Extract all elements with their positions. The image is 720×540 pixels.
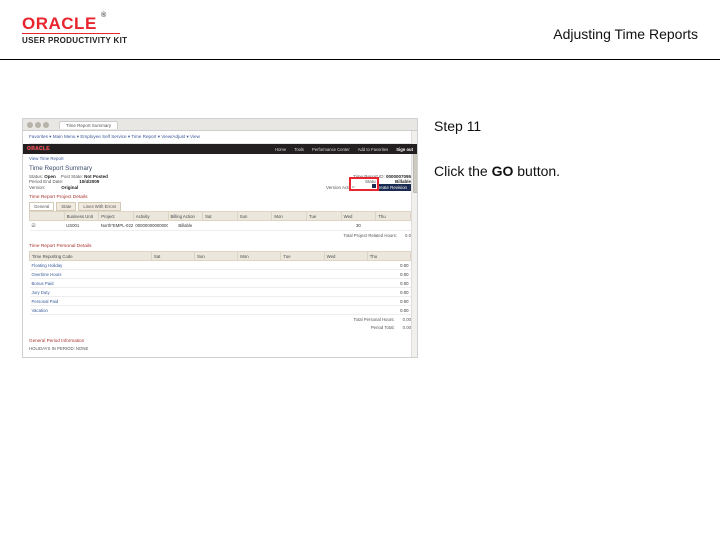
nav-perf[interactable]: Performance Center bbox=[312, 147, 350, 152]
period-value: 10/4/2009 bbox=[79, 179, 99, 184]
window-control-icon bbox=[35, 122, 41, 128]
trc-link[interactable]: Personal Paid bbox=[30, 297, 152, 306]
details-tabs: General State Lines With Errors bbox=[29, 202, 411, 211]
window-control-icon bbox=[27, 122, 33, 128]
nav-fav[interactable]: Add to Favorites bbox=[358, 147, 389, 152]
instruction-before: Click the bbox=[434, 163, 492, 179]
th: Wed bbox=[324, 252, 367, 261]
table-row: Overtime Hours 0.00 bbox=[30, 270, 411, 279]
personal-table: Time Reporting Code Sat Sun Mon Tue Wed … bbox=[29, 251, 411, 315]
tab-state[interactable]: State bbox=[56, 202, 76, 211]
general-period-info: General Period Information bbox=[29, 332, 411, 345]
trc-link[interactable]: Floating Holiday bbox=[30, 261, 152, 270]
section-personal-details: Time Report Personal Details bbox=[29, 240, 411, 251]
total-project-value: 0.0 bbox=[405, 233, 411, 238]
th: Project bbox=[99, 212, 134, 221]
th: Activity bbox=[133, 212, 168, 221]
project-table: Business Unit Project Activity Billing A… bbox=[29, 211, 411, 231]
period-total-value: 0.00 bbox=[403, 325, 411, 330]
total-project-label: Total Project Related Hours: bbox=[344, 233, 398, 238]
th: Sat bbox=[151, 252, 194, 261]
top-menu[interactable]: Favorites ▾ Main Menu ▾ Employee Self Se… bbox=[29, 131, 411, 144]
td: 0.00 bbox=[367, 279, 410, 288]
th: Thu bbox=[376, 212, 411, 221]
th: Sun bbox=[195, 252, 238, 261]
version-value: Original bbox=[61, 185, 78, 190]
th bbox=[30, 212, 65, 221]
td: 0.00 bbox=[367, 261, 410, 270]
topbar: ORACLE USER PRODUCTIVITY KIT Adjusting T… bbox=[0, 0, 720, 60]
trc-link[interactable]: Overtime Hours bbox=[30, 270, 152, 279]
th: Mon bbox=[272, 212, 307, 221]
td bbox=[237, 221, 272, 231]
th: Sun bbox=[237, 212, 272, 221]
td: North*EMPL-022005 bbox=[99, 221, 134, 231]
table-header-row: Business Unit Project Activity Billing A… bbox=[30, 212, 411, 221]
oracle-wordmark: ORACLE bbox=[22, 14, 97, 34]
td bbox=[203, 221, 238, 231]
table-row: Floating Holiday 0.00 bbox=[30, 261, 411, 270]
td: US001 bbox=[64, 221, 99, 231]
go-button[interactable] bbox=[349, 177, 379, 191]
td: 0.00 bbox=[367, 288, 410, 297]
app-nav: Home Tools Performance Center Add to Fav… bbox=[275, 147, 413, 152]
trc-link[interactable]: Vacation bbox=[30, 306, 152, 315]
app-screenshot: Time Report Summary Favorites ▾ Main Men… bbox=[22, 118, 418, 358]
td: 0.00 bbox=[367, 297, 410, 306]
breadcrumb[interactable]: View Time Report bbox=[29, 154, 411, 163]
version-label: Version: bbox=[29, 185, 45, 190]
holidays-line: HOLIDAYS IN PERIOD: NONE bbox=[29, 345, 411, 351]
period-total-label: Period Total: bbox=[371, 325, 395, 330]
page-title: Adjusting Time Reports bbox=[553, 26, 698, 42]
period-label: Period End Date: bbox=[29, 179, 63, 184]
app-brandbar: ORACLE Home Tools Performance Center Add… bbox=[23, 144, 417, 154]
instruction-bold: GO bbox=[492, 163, 514, 179]
instruction-text: Click the GO button. bbox=[434, 162, 698, 180]
nav-signout[interactable]: Sign out bbox=[396, 147, 413, 152]
section-project-details: Time Report Project Details bbox=[29, 191, 411, 202]
th: Sat bbox=[203, 212, 238, 221]
th: Billing Action bbox=[168, 212, 203, 221]
th: Tue bbox=[281, 252, 324, 261]
table-row: Jury Duty 0.00 bbox=[30, 288, 411, 297]
row-checkbox[interactable]: ☑ bbox=[30, 221, 65, 231]
th: Mon bbox=[238, 252, 281, 261]
td: 0.00 bbox=[367, 270, 410, 279]
total-personal-value: 0.00 bbox=[403, 317, 411, 322]
table-row: Personal Paid 0.00 bbox=[30, 297, 411, 306]
table-row: Bonus Paid 0.00 bbox=[30, 279, 411, 288]
table-row: Vacation 0.00 bbox=[30, 306, 411, 315]
instruction-after: button. bbox=[513, 163, 560, 179]
td: 30 bbox=[341, 221, 376, 231]
trc-link[interactable]: Bonus Paid bbox=[30, 279, 152, 288]
total-personal-label: Total Personal Hours: bbox=[354, 317, 395, 322]
td bbox=[272, 221, 307, 231]
brand-logo: ORACLE bbox=[22, 14, 97, 34]
table-row[interactable]: ☑ US001 North*EMPL-022005 00000000000000… bbox=[30, 221, 411, 231]
app-logo: ORACLE bbox=[27, 146, 50, 152]
instruction-panel: Step 11 Click the GO button. bbox=[434, 118, 698, 180]
trc-link[interactable]: Jury Duty bbox=[30, 288, 152, 297]
step-label: Step 11 bbox=[434, 118, 698, 134]
td bbox=[376, 221, 411, 231]
tab-errors[interactable]: Lines With Errors bbox=[78, 202, 121, 211]
upk-subtitle: USER PRODUCTIVITY KIT bbox=[22, 36, 127, 45]
table-header-row: Time Reporting Code Sat Sun Mon Tue Wed … bbox=[30, 252, 411, 261]
td: Billable bbox=[168, 221, 203, 231]
th: Business Unit bbox=[64, 212, 99, 221]
th: Thu bbox=[367, 252, 410, 261]
th: Time Reporting Code bbox=[30, 252, 152, 261]
th: Wed bbox=[341, 212, 376, 221]
td: 0.00 bbox=[367, 306, 410, 315]
browser-tab[interactable]: Time Report Summary bbox=[59, 121, 118, 129]
browser-chrome: Time Report Summary bbox=[23, 119, 417, 131]
td bbox=[307, 221, 342, 231]
tab-general[interactable]: General bbox=[29, 202, 54, 211]
window-control-icon bbox=[43, 122, 49, 128]
nav-tools[interactable]: Tools bbox=[294, 147, 304, 152]
nav-home[interactable]: Home bbox=[275, 147, 286, 152]
page-heading: Time Report Summary bbox=[29, 163, 411, 174]
th: Tue bbox=[307, 212, 342, 221]
td: 000000000000001 bbox=[133, 221, 168, 231]
